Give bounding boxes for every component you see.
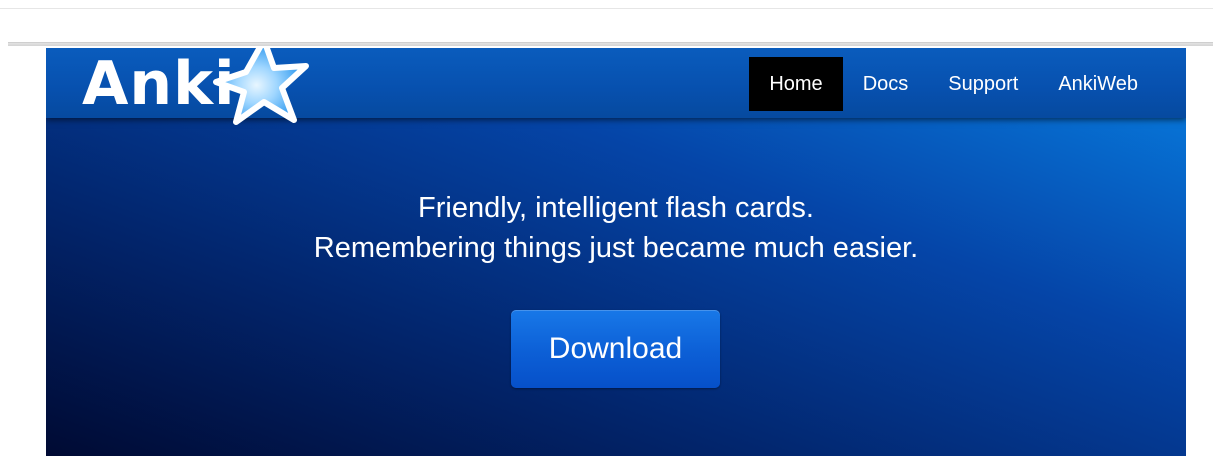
hero-banner: Friendly, intelligent flash cards. Remem…	[46, 118, 1186, 456]
browser-chrome-divider	[0, 8, 1213, 9]
nav-support[interactable]: Support	[928, 57, 1038, 111]
hero-tagline: Friendly, intelligent flash cards. Remem…	[46, 188, 1186, 268]
star-icon	[213, 48, 309, 125]
nav-home[interactable]: Home	[749, 57, 843, 111]
nav-docs[interactable]: Docs	[843, 57, 929, 111]
browser-chrome-bar	[8, 42, 1213, 46]
navbar: Anki Home Docs Support AnkiWeb	[46, 48, 1186, 125]
anki-site: Anki Home Docs Support AnkiWeb Friendly,…	[46, 48, 1186, 456]
tagline-line-1: Friendly, intelligent flash cards.	[418, 192, 814, 224]
download-button[interactable]: Download	[511, 310, 720, 388]
tagline-line-2: Remembering things just became much easi…	[313, 232, 919, 264]
nav-ankiweb[interactable]: AnkiWeb	[1038, 57, 1158, 111]
main-nav: Home Docs Support AnkiWeb	[749, 57, 1158, 111]
